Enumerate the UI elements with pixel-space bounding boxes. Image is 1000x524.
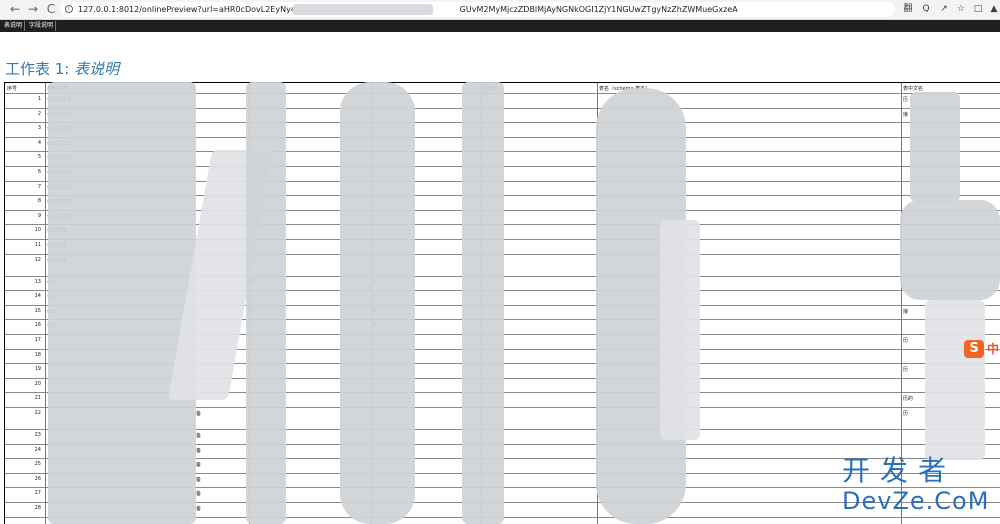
redaction-block (246, 82, 286, 524)
share-icon[interactable]: ↗ (938, 3, 950, 15)
browser-toolbar: ← → C i 127.0.0.1:8012/onlinePreview?url… (0, 0, 1000, 20)
sidepanel-icon[interactable]: □ (972, 3, 984, 15)
row-number-cell: 23 (34, 432, 41, 438)
forward-icon[interactable]: → (26, 2, 40, 16)
row-number-cell: 6 (37, 169, 41, 175)
profile-icon[interactable]: ▲ (988, 3, 1000, 15)
redaction-block (910, 92, 960, 202)
row-number-cell: 18 (34, 351, 41, 358)
bookmark-star-icon[interactable]: ☆ (955, 3, 967, 15)
row-number-cell: 14 (34, 293, 41, 300)
row-number-cell: 5 (37, 154, 41, 161)
row-number-cell: 27 (34, 490, 41, 497)
redaction-block (48, 82, 196, 524)
site-watermark-en: DevZe.CoM (842, 487, 990, 515)
ime-logo-icon: S (964, 340, 984, 358)
row-number-cell: 9 (37, 212, 41, 219)
row-number-cell: 20 (34, 380, 41, 387)
title-prefix: 工作表 1: (5, 60, 75, 78)
row-number-cell: 11 (34, 242, 41, 248)
row-number-cell: 2 (37, 110, 41, 117)
sheet-tab-table-description[interactable]: 表说明 (2, 21, 26, 31)
redaction-block (462, 82, 504, 524)
site-watermark-cn: 开发者 (842, 454, 957, 487)
page-title: 工作表 1: 表说明 (5, 58, 119, 79)
address-bar[interactable]: i 127.0.0.1:8012/onlinePreview?url=aHR0c… (60, 2, 895, 17)
back-icon[interactable]: ← (8, 2, 22, 16)
redaction-block (925, 300, 985, 460)
row-number-cell: 1 (37, 96, 41, 102)
row-number-cell: 3 (37, 125, 41, 132)
row-number-cell: 7 (37, 183, 41, 190)
reload-icon[interactable]: C (44, 2, 58, 16)
row-number-cell: 8 (37, 198, 41, 205)
row-number-cell: 22 (34, 410, 41, 416)
header-cell: 序号 (7, 86, 18, 92)
row-number-cell: 24 (34, 446, 41, 453)
row-number-cell: 12 (34, 256, 41, 263)
row-number-cell: 28 (34, 505, 41, 511)
ime-indicator: 中 (987, 342, 1000, 356)
title-sheet-name: 表说明 (74, 60, 120, 78)
row-number-cell: 19 (34, 366, 41, 373)
redaction-block (660, 220, 700, 440)
row-number-cell: 16 (34, 322, 41, 329)
row-number-cell: 17 (34, 337, 41, 343)
row-number-cell: 15 (34, 307, 41, 314)
row-number-cell: 13 (34, 278, 41, 285)
row-number-cell: 10 (34, 227, 41, 234)
url-visible-part: 127.0.0.1:8012/onlinePreview?url=aHR0cDo… (78, 5, 320, 14)
redaction-block (340, 82, 415, 524)
row-number-cell: 25 (34, 461, 41, 468)
url-redaction (293, 4, 433, 15)
row-number-cell: 4 (37, 139, 41, 146)
url-tail: GUvM2MyMjczZDBlMjAyNGNkOGI1ZjY1NGUwZTgyN… (459, 5, 738, 14)
redaction-block (900, 200, 1000, 300)
row-number-cell: 26 (34, 475, 41, 482)
site-info-icon[interactable]: i (65, 5, 73, 13)
sheet-tab-field-description[interactable]: 字段说明 (27, 21, 57, 31)
zoom-icon[interactable]: Q (920, 3, 932, 15)
sheet-tab-strip: 表说明 字段说明 (0, 20, 1000, 32)
translate-icon[interactable]: 翻 (902, 3, 914, 15)
row-number-cell: 21 (34, 395, 41, 402)
